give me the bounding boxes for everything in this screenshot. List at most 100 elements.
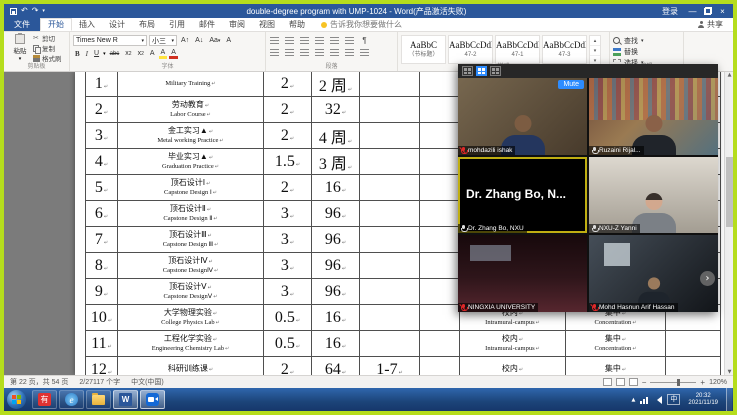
participant-tile[interactable]: NINGXIA UNIVERSITY [458, 235, 587, 312]
style-item[interactable]: AaBbC（节标题） [401, 35, 446, 64]
zoom-slider-thumb[interactable] [677, 379, 680, 386]
taskbar-app-file-explorer[interactable] [86, 390, 111, 409]
taskbar-app-youdao[interactable]: 有 [32, 390, 57, 409]
tab-布局[interactable]: 布局 [132, 18, 162, 31]
cell-row-number[interactable]: 3 [86, 123, 118, 149]
cell-campus[interactable]: 校内 [460, 357, 566, 376]
cell-row-number[interactable]: 10 [86, 305, 118, 331]
cell-course-name[interactable]: 顶石设计ⅠCapstone Design Ⅰ [118, 175, 264, 201]
cell-hours[interactable]: 32 [312, 97, 360, 123]
cell-credits[interactable]: 2 [264, 175, 312, 201]
word-count[interactable]: 2/27117 个字 [79, 377, 120, 387]
strikethrough-icon[interactable]: abc [108, 48, 122, 59]
cell-credits[interactable]: 3 [264, 253, 312, 279]
gallery-down-icon[interactable]: ▾ [590, 46, 600, 56]
gallery-view-icon[interactable] [476, 66, 487, 76]
fullscreen-view-icon[interactable] [490, 66, 501, 76]
justify-icon[interactable] [315, 48, 326, 57]
numbering-icon[interactable] [285, 36, 296, 45]
cell-course-name[interactable]: 毕业实习▲Graduation Practice [118, 149, 264, 175]
scrollbar-thumb[interactable] [726, 157, 733, 227]
share-button[interactable]: 共享 [688, 18, 733, 31]
tell-me-box[interactable]: 告诉我你想要做什么 [312, 18, 402, 31]
shrink-font-icon[interactable]: A↓ [193, 35, 205, 46]
cell-hours[interactable]: 64 [312, 357, 360, 376]
gallery-up-icon[interactable]: ▴ [590, 36, 600, 46]
find-button[interactable]: 查找▾ [613, 36, 680, 46]
speaker-view-icon[interactable] [462, 66, 473, 76]
pilcrow-icon[interactable]: ¶ [359, 36, 370, 45]
cell-row-number[interactable]: 8 [86, 253, 118, 279]
participant-tile[interactable]: Ruzaini Rijal... [589, 78, 718, 155]
scroll-up-icon[interactable]: ▲ [725, 72, 733, 78]
cell-hours[interactable]: 96 [312, 227, 360, 253]
cell-course-name[interactable]: 金工实习▲Metal working Practice [118, 123, 264, 149]
cell-hidden[interactable] [420, 357, 460, 376]
cell-course-name[interactable]: 科研训练课 [118, 357, 264, 376]
tab-邮件[interactable]: 邮件 [192, 18, 222, 31]
page-indicator[interactable]: 第 22 页，共 54 页 [10, 377, 68, 387]
cell-row-number[interactable]: 5 [86, 175, 118, 201]
align-center-icon[interactable] [285, 48, 296, 57]
zoom-slider[interactable] [650, 382, 696, 383]
cell-credits[interactable]: 2 [264, 97, 312, 123]
cell-course-name[interactable]: 大学物理实验College Physics Lab [118, 305, 264, 331]
cell-credits[interactable]: 2 [264, 123, 312, 149]
cell-row-number[interactable]: 9 [86, 279, 118, 305]
text-effects-icon[interactable]: A [148, 48, 157, 59]
cell-hours[interactable]: 16 [312, 331, 360, 357]
tab-插入[interactable]: 插入 [72, 18, 102, 31]
cell-credits[interactable]: 0.5 [264, 331, 312, 357]
read-mode-icon[interactable] [603, 378, 612, 386]
cell-course-name[interactable]: Military Training [118, 72, 264, 97]
line-spacing-icon[interactable] [330, 48, 341, 57]
save-icon[interactable] [10, 8, 17, 15]
cell-semester[interactable] [360, 149, 420, 175]
cell-course-name[interactable]: 顶石设计ⅡCapstone Design Ⅱ [118, 201, 264, 227]
multilevel-list-icon[interactable] [300, 36, 311, 45]
cell-hours[interactable]: 16 [312, 175, 360, 201]
cell-concentration[interactable]: 集中Concentration [566, 331, 666, 357]
web-layout-icon[interactable] [629, 378, 638, 386]
mute-button[interactable]: Mute [558, 80, 584, 89]
sort-icon[interactable] [345, 36, 356, 45]
tab-视图[interactable]: 视图 [252, 18, 282, 31]
tray-expand-icon[interactable]: ▲ [632, 397, 636, 403]
underline-icon[interactable]: U [92, 48, 101, 59]
clock[interactable]: 20:32 2021/11/19 [685, 393, 721, 407]
show-desktop-button[interactable] [726, 388, 732, 411]
cell-credits[interactable]: 2 [264, 72, 312, 97]
print-layout-icon[interactable] [616, 378, 625, 386]
cell-credits[interactable]: 2 [264, 357, 312, 376]
cell-semester[interactable] [360, 253, 420, 279]
font-family-select[interactable]: Times New R▾ [73, 35, 147, 46]
cell-semester[interactable] [360, 175, 420, 201]
style-item[interactable]: AaBbCcDdE47-2 [448, 35, 493, 64]
clear-formatting-icon[interactable]: A [224, 35, 233, 46]
cut-button[interactable]: ✂剪切 [33, 34, 62, 43]
copy-button[interactable]: 复制 [33, 44, 62, 53]
cell-course-name[interactable]: 工程化学实验Engineering Chemistry Lab [118, 331, 264, 357]
cell-semester[interactable] [360, 331, 420, 357]
network-icon[interactable] [640, 396, 648, 404]
superscript-icon[interactable]: x2 [136, 48, 146, 59]
cell-course-name[interactable]: 顶石设计ⅢCapstone Design Ⅲ [118, 227, 264, 253]
cell-hidden[interactable] [420, 279, 460, 305]
style-item[interactable]: AaBbCcDdE47-1 [495, 35, 540, 64]
taskbar-app-ie[interactable]: e [59, 390, 84, 409]
input-language-indicator[interactable]: 中 [667, 394, 680, 405]
tab-file[interactable]: 文件 [4, 18, 40, 31]
taskbar-app-meeting[interactable] [140, 390, 165, 409]
participant-tile[interactable]: Dr. Zhang Bo, N...Dr. Zhang Bo, NXU [458, 157, 587, 234]
restore-button[interactable] [700, 4, 715, 18]
cell-concentration[interactable]: 集中 [566, 357, 666, 376]
change-case-icon[interactable]: Aa▾ [207, 35, 222, 46]
cell-hidden[interactable] [420, 97, 460, 123]
volume-icon[interactable] [653, 396, 662, 404]
tab-帮助[interactable]: 帮助 [282, 18, 312, 31]
bold-icon[interactable]: B [73, 48, 82, 59]
sign-in-button[interactable]: 登录 [662, 6, 678, 17]
zoom-out-button[interactable]: − [642, 378, 647, 387]
cell-tail[interactable] [666, 331, 721, 357]
cell-hours[interactable]: 96 [312, 279, 360, 305]
